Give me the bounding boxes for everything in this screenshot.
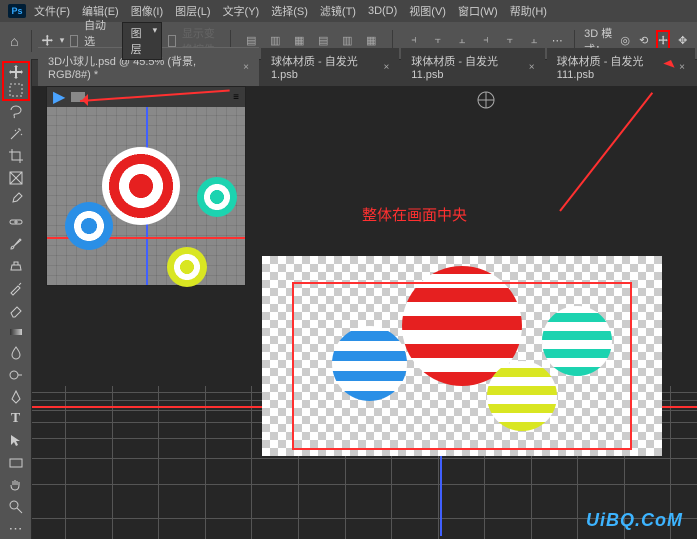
navigator-panel[interactable]: ▶ ≡ [46, 86, 246, 286]
nav-blue-ball [65, 202, 113, 250]
canvas-area[interactable]: ▶ ≡ 整体在画面中央 UiBQ.CoM [32, 86, 697, 539]
menu-window[interactable]: 窗口(W) [454, 3, 502, 19]
magic-wand-tool[interactable] [2, 124, 30, 145]
nav-cyan-ball [197, 177, 237, 217]
zoom-tool[interactable] [2, 496, 30, 517]
tool-panel: T ⋯ [0, 59, 32, 539]
pen-tool[interactable] [2, 387, 30, 408]
history-brush-tool[interactable] [2, 277, 30, 298]
gradient-tool[interactable] [2, 321, 30, 342]
align-left-icon[interactable]: ▤ [240, 30, 262, 52]
edit-toolbar-icon[interactable]: ⋯ [2, 518, 30, 539]
close-icon[interactable]: × [529, 62, 535, 73]
navigator-preview[interactable] [47, 107, 245, 285]
secondary-view-widget[interactable] [476, 90, 496, 110]
align-top-icon[interactable]: ▤ [312, 30, 334, 52]
align-center-h-icon[interactable]: ▥ [264, 30, 286, 52]
watermark: UiBQ.CoM [586, 510, 683, 531]
brush-tool[interactable] [2, 233, 30, 254]
separator [31, 30, 32, 52]
artboard-tool[interactable] [8, 81, 24, 99]
arrow-head-icon [76, 94, 88, 106]
menu-type[interactable]: 文字(Y) [219, 3, 264, 19]
align-right-icon[interactable]: ▦ [288, 30, 310, 52]
distribute-1-icon[interactable]: ⫞ [403, 30, 425, 52]
frame-tool[interactable] [2, 168, 30, 189]
dropdown-arrow-icon[interactable]: ▾ [60, 35, 65, 46]
move-artboard-tools [2, 61, 30, 101]
tab-2[interactable]: 球体材质 - 自发光11.psb × [401, 48, 544, 86]
blur-tool[interactable] [2, 343, 30, 364]
layer-dropdown[interactable]: 图层 [122, 22, 163, 60]
timeline-marker-icon[interactable]: ▶ [53, 87, 65, 107]
tab-label: 球体材质 - 自发光11.psb [411, 53, 523, 81]
panel-menu-icon[interactable]: ≡ [233, 92, 239, 103]
align-center-v-icon[interactable]: ▥ [336, 30, 358, 52]
home-icon[interactable]: ⌂ [8, 30, 21, 52]
distribute-2-icon[interactable]: ⫟ [427, 30, 449, 52]
close-icon[interactable]: × [679, 62, 685, 73]
menu-image[interactable]: 图像(I) [127, 3, 167, 19]
clone-stamp-tool[interactable] [2, 255, 30, 276]
menu-filter[interactable]: 滤镜(T) [316, 3, 360, 19]
hand-tool[interactable] [2, 474, 30, 495]
eraser-tool[interactable] [2, 299, 30, 320]
tab-label: 球体材质 - 自发光1.psb [271, 53, 378, 81]
distribute-6-icon[interactable]: ⫠ [523, 30, 545, 52]
move-tool[interactable] [8, 63, 24, 81]
distribute-5-icon[interactable]: ⫟ [499, 30, 521, 52]
align-bottom-icon[interactable]: ▦ [360, 30, 382, 52]
auto-select-checkbox[interactable] [70, 35, 78, 47]
close-icon[interactable]: × [383, 62, 389, 73]
distribute-3-icon[interactable]: ⫠ [451, 30, 473, 52]
tab-1[interactable]: 球体材质 - 自发光1.psb × [261, 48, 399, 86]
transform-checkbox[interactable] [168, 35, 176, 47]
crop-tool[interactable] [2, 146, 30, 167]
menu-3d[interactable]: 3D(D) [364, 5, 401, 17]
type-tool[interactable]: T [2, 409, 30, 430]
eyedropper-tool[interactable] [2, 190, 30, 211]
path-selection-tool[interactable] [2, 431, 30, 452]
tab-label: 球体材质 - 自发光111.psb [557, 53, 674, 81]
menu-file[interactable]: 文件(F) [30, 3, 74, 19]
menu-view[interactable]: 视图(V) [405, 3, 450, 19]
annotation-text: 整体在画面中央 [362, 204, 467, 225]
document-tab-bar: 3D小球儿.psd @ 45.5% (背景, RGB/8#) *× 球体材质 -… [0, 60, 697, 86]
menu-layer[interactable]: 图层(L) [171, 3, 214, 19]
menu-select[interactable]: 选择(S) [267, 3, 312, 19]
close-icon[interactable]: × [243, 62, 249, 73]
distribute-4-icon[interactable]: ⫞ [475, 30, 497, 52]
nav-red-ball [102, 147, 180, 225]
nav-yellow-ball [167, 247, 207, 287]
rectangle-tool[interactable] [2, 453, 30, 474]
dodge-tool[interactable] [2, 365, 30, 386]
menu-help[interactable]: 帮助(H) [506, 3, 551, 19]
selection-rectangle [292, 282, 632, 450]
ps-logo-icon[interactable]: Ps [8, 4, 26, 18]
healing-brush-tool[interactable] [2, 212, 30, 233]
lasso-tool[interactable] [2, 102, 30, 123]
